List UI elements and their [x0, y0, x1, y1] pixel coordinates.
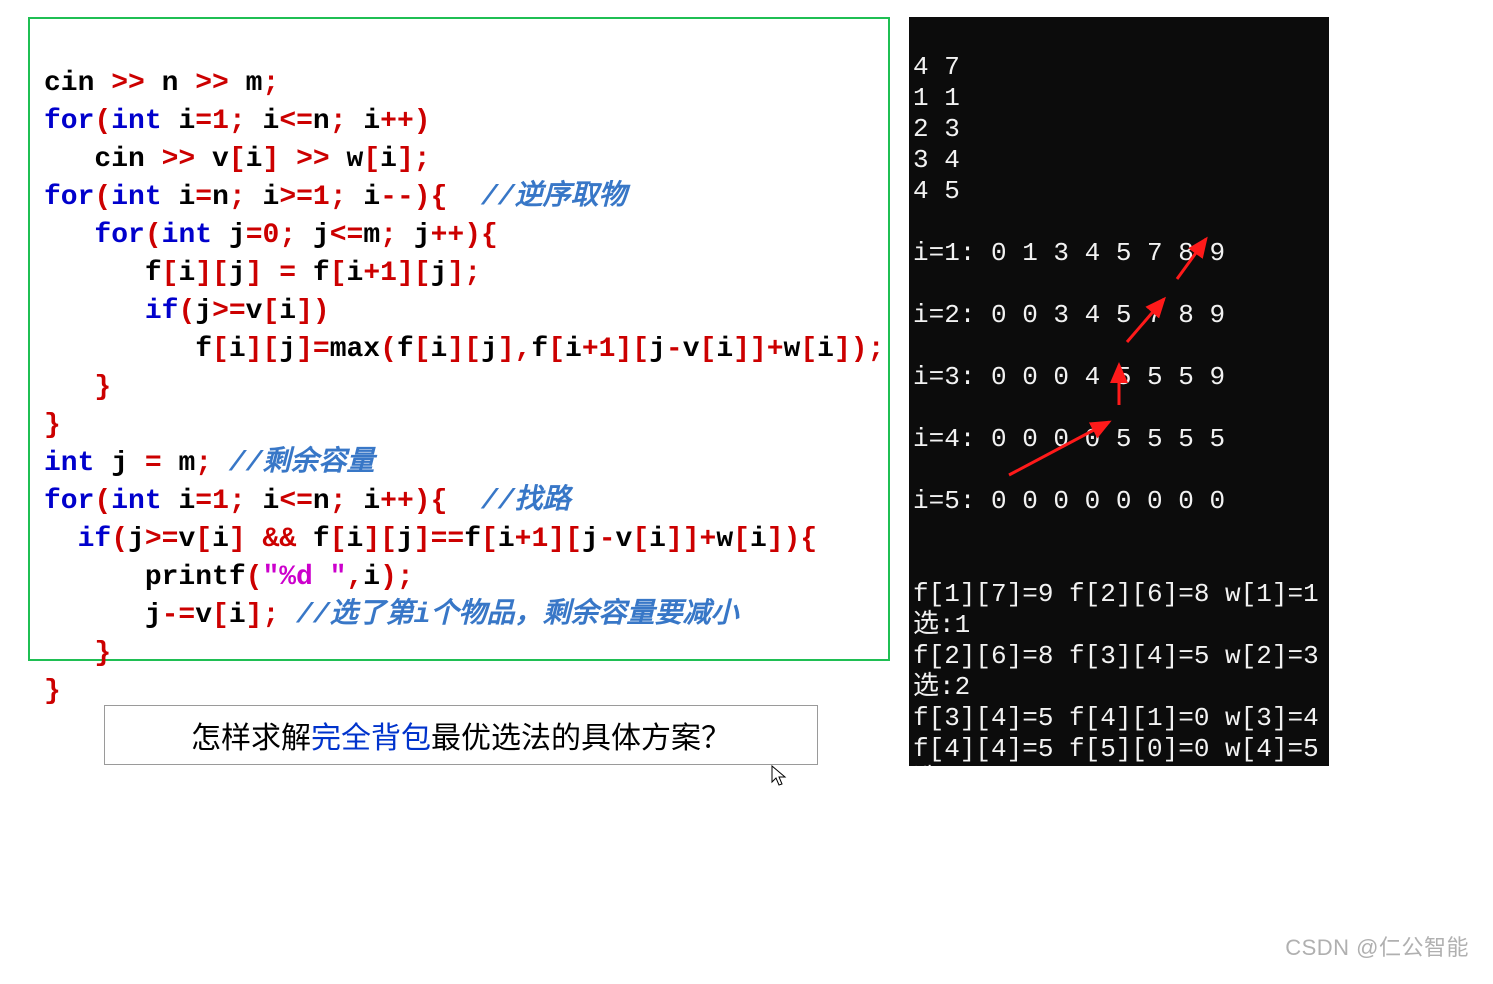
code-line: for(int i=1; i<=n; i++) [44, 106, 431, 137]
question-accent: 完全背包 [311, 713, 431, 757]
question-suffix: 最优选法的具体方案？ [431, 713, 731, 757]
code-line: int j = m; //剩余容量 [44, 448, 375, 479]
code-line: for(int i=n; i>=1; i--){ //逆序取物 [44, 182, 627, 213]
console-input: 4 7 1 1 2 3 3 4 4 5 [913, 52, 960, 206]
console-panel: 4 7 1 1 2 3 3 4 4 5 i=1: 0 1 3 4 5 7 8 9… [909, 17, 1329, 766]
code-panel: cin >> n >> m; for(int i=1; i<=n; i++) c… [28, 17, 890, 661]
code-line: cin >> v[i] >> w[i]; [44, 144, 431, 175]
console-trace: f[1][7]=9 f[2][6]=8 w[1]=1 选:1 f[2][6]=8… [913, 579, 1319, 766]
dp-row: i=3: 0 0 0 4 5 5 5 9 [913, 362, 1225, 392]
code-line: if(j>=v[i]) [44, 296, 330, 327]
question-prefix: 怎样求解 [191, 713, 311, 757]
code-line: } [44, 372, 111, 403]
question-box: 怎样求解完全背包最优选法的具体方案？ [104, 705, 818, 765]
code-line: } [44, 638, 111, 669]
code-line: f[i][j]=max(f[i][j],f[i+1][j-v[i]]+w[i])… [44, 334, 884, 365]
code-line: } [44, 676, 61, 707]
code-line: f[i][j] = f[i+1][j]; [44, 258, 481, 289]
code-line: for(int j=0; j<=m; j++){ [44, 220, 498, 251]
code-line: for(int i=1; i<=n; i++){ //找路 [44, 486, 571, 517]
code-line: cin >> n >> m; [44, 68, 279, 99]
code-line: } [44, 410, 61, 441]
dp-row: i=2: 0 0 3 4 5 7 8 9 [913, 300, 1225, 330]
code-line: printf("%d ",i); [44, 562, 414, 593]
mouse-cursor-icon [771, 765, 787, 787]
code-line: j-=v[i]; //选了第i个物品，剩余容量要减小 [44, 600, 739, 631]
dp-row: i=1: 0 1 3 4 5 7 8 9 [913, 238, 1225, 268]
dp-row: i=5: 0 0 0 0 0 0 0 0 [913, 486, 1225, 516]
code-line: if(j>=v[i] && f[i][j]==f[i+1][j-v[i]]+w[… [44, 524, 817, 555]
watermark: CSDN @仁公智能 [1285, 930, 1469, 962]
dp-row: i=4: 0 0 0 0 5 5 5 5 [913, 424, 1225, 454]
